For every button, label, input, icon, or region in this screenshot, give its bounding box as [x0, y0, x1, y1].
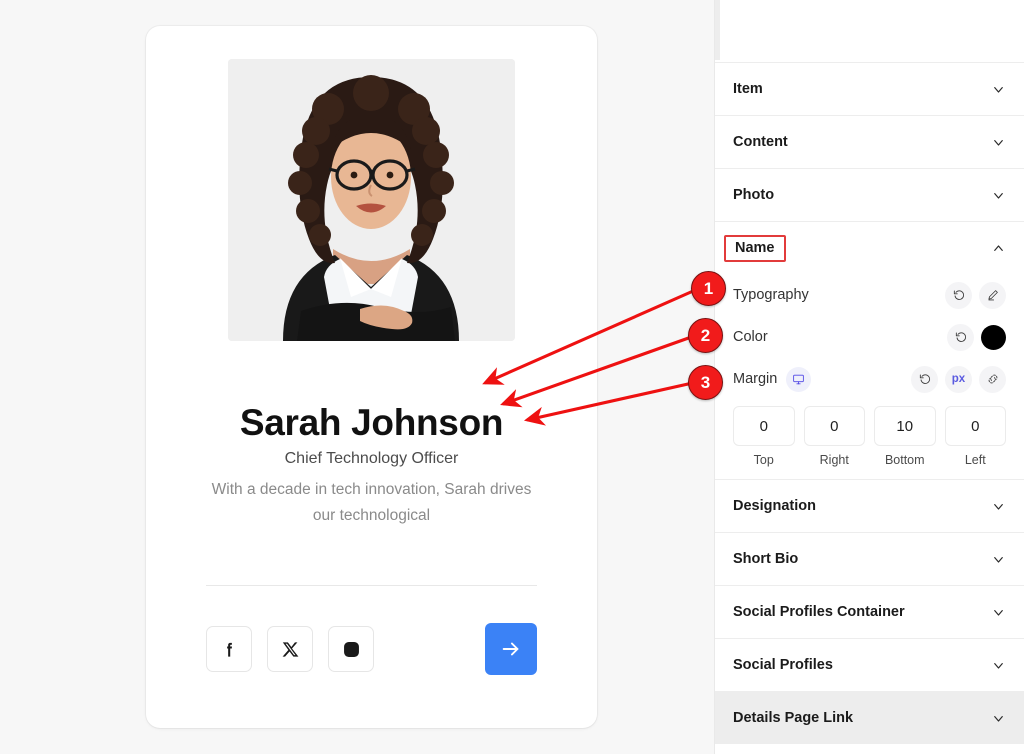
- reset-icon: [953, 290, 964, 300]
- accordion-section-short-bio[interactable]: Short Bio: [715, 532, 1024, 585]
- accordion-section-designation[interactable]: Designation: [715, 479, 1024, 532]
- panel-scrollbar[interactable]: [715, 0, 720, 60]
- desktop-monitor-icon: [793, 374, 805, 384]
- screen-root: Sarah Johnson Chief Technology Officer W…: [0, 0, 1024, 754]
- accordion-section-social-profiles-container[interactable]: Social Profiles Container: [715, 585, 1024, 638]
- section-title: Social Profiles: [733, 657, 833, 673]
- accordion-section-content[interactable]: Content: [715, 115, 1024, 168]
- typography-control-row: Typography: [733, 274, 1006, 316]
- margin-field-right: 0 Right: [803, 406, 865, 467]
- margin-field-left: 0 Left: [944, 406, 1006, 467]
- section-title: Short Bio: [733, 551, 799, 567]
- instagram-icon: [343, 641, 359, 657]
- card-divider: [206, 585, 537, 586]
- accordion-section-item[interactable]: Item: [715, 62, 1024, 115]
- chevron-down-icon: [994, 556, 1003, 563]
- accordion-section-photo[interactable]: Photo: [715, 168, 1024, 221]
- reset-icon: [955, 332, 966, 342]
- social-profiles-row: [206, 623, 537, 675]
- margin-reset-button[interactable]: [911, 365, 938, 393]
- facebook-icon: [226, 642, 232, 657]
- instagram-button[interactable]: [328, 626, 374, 672]
- section-title: Social Profiles Container: [733, 604, 905, 620]
- profile-photo[interactable]: [228, 59, 515, 341]
- margin-top-label: Top: [753, 453, 774, 467]
- color-reset-button[interactable]: [947, 323, 974, 351]
- margin-fields: 0 Top 0 Right 10 Bottom 0 Left: [733, 406, 1006, 467]
- panel-top-spacer: [715, 0, 1024, 62]
- margin-right-label: Right: [819, 453, 849, 467]
- chevron-down-icon: [994, 86, 1003, 93]
- margin-top-input[interactable]: 0: [733, 406, 795, 446]
- section-title-name-highlighted: Name: [724, 234, 786, 262]
- pencil-edit-icon: [987, 290, 998, 301]
- margin-label: Margin: [733, 371, 778, 387]
- section-title: Item: [733, 81, 763, 97]
- margin-link-values-button[interactable]: [979, 365, 1006, 393]
- chevron-down-icon: [994, 609, 1003, 616]
- profile-designation: Chief Technology Officer: [284, 450, 459, 467]
- link-values-icon: [988, 374, 997, 384]
- profile-card: Sarah Johnson Chief Technology Officer W…: [146, 26, 597, 728]
- typography-label: Typography: [733, 287, 809, 303]
- profile-short-bio: With a decade in tech innovation, Sarah …: [211, 481, 532, 524]
- name-section-body: Typography Color Margin px 0 Top 0 Right…: [715, 274, 1024, 479]
- margin-bottom-label: Bottom: [884, 453, 925, 467]
- margin-left-input[interactable]: 0: [944, 406, 1006, 446]
- profile-name: Sarah Johnson: [239, 402, 504, 443]
- typography-reset-button[interactable]: [945, 281, 972, 309]
- x-twitter-button[interactable]: [267, 626, 313, 672]
- chevron-down-icon: [994, 662, 1003, 669]
- chevron-down-icon: [994, 715, 1003, 722]
- margin-control-row: Margin px: [733, 358, 1006, 400]
- color-swatch[interactable]: [981, 324, 1006, 350]
- color-label: Color: [733, 329, 768, 345]
- reset-icon: [919, 374, 930, 384]
- section-title: Details Page Link: [733, 710, 854, 726]
- section-title: Photo: [733, 187, 775, 203]
- device-desktop-button[interactable]: [786, 366, 812, 392]
- color-control-row: Color: [733, 316, 1006, 358]
- details-page-link-button[interactable]: [485, 623, 537, 675]
- margin-left-label: Left: [964, 453, 986, 467]
- margin-bottom-input[interactable]: 10: [874, 406, 936, 446]
- arrow-right-icon: [502, 642, 519, 656]
- chevron-up-icon: [994, 244, 1003, 251]
- section-title: Designation: [733, 498, 816, 514]
- settings-panel: Item Content Photo Name Typography Color…: [714, 0, 1024, 754]
- margin-unit-button[interactable]: px: [945, 365, 972, 393]
- margin-field-top: 0 Top: [733, 406, 795, 467]
- accordion-section-name[interactable]: Name: [715, 221, 1024, 274]
- margin-field-bottom: 10 Bottom: [874, 406, 936, 467]
- section-title: Content: [733, 134, 788, 150]
- chevron-down-icon: [994, 139, 1003, 146]
- accordion-section-social-profiles[interactable]: Social Profiles: [715, 638, 1024, 691]
- margin-right-input[interactable]: 0: [803, 406, 865, 446]
- accordion-section-details-page-link[interactable]: Details Page Link: [715, 691, 1024, 744]
- x-twitter-icon: [282, 641, 298, 657]
- preview-canvas: Sarah Johnson Chief Technology Officer W…: [0, 0, 714, 754]
- chevron-down-icon: [994, 503, 1003, 510]
- chevron-down-icon: [994, 192, 1003, 199]
- typography-edit-button[interactable]: [979, 281, 1006, 309]
- facebook-button[interactable]: [206, 626, 252, 672]
